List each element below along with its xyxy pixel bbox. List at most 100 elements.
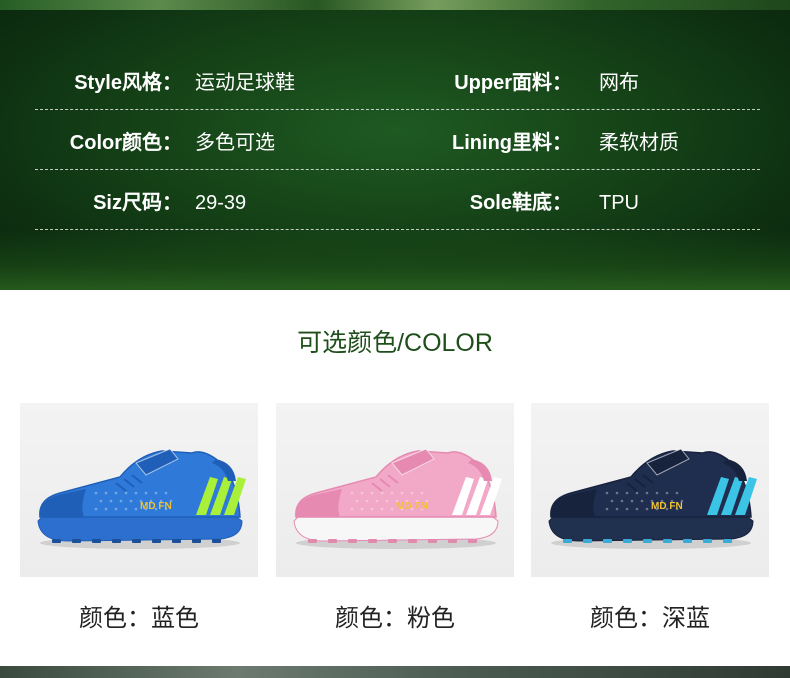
shoe-stud bbox=[388, 539, 397, 543]
product-card-navy[interactable]: MD FN bbox=[531, 403, 769, 577]
mesh-dot bbox=[635, 491, 639, 495]
mesh-dot bbox=[390, 491, 394, 495]
mesh-dot bbox=[114, 507, 118, 511]
shoe-stud bbox=[212, 539, 221, 543]
mesh-dot bbox=[645, 507, 649, 511]
mesh-dot bbox=[615, 507, 619, 511]
grass-banner-top bbox=[0, 0, 790, 10]
spec-label-sole: Sole鞋底： bbox=[469, 192, 572, 214]
spec-value-sole: TPU bbox=[599, 192, 639, 214]
spec-value-lining: 柔软材质 bbox=[599, 132, 679, 154]
shoe-stud bbox=[468, 539, 477, 543]
mesh-dot bbox=[365, 499, 369, 503]
mesh-dot bbox=[370, 507, 374, 511]
spec-label-size: Siz尺码： bbox=[93, 192, 182, 214]
mesh-dot bbox=[605, 491, 609, 495]
mesh-dot bbox=[94, 491, 98, 495]
spec-label-style: Style风格： bbox=[74, 72, 182, 94]
caption-pink: 颜色：粉色 bbox=[335, 605, 455, 632]
mesh-dot bbox=[625, 507, 629, 511]
color-section-title: 可选颜色/COLOR bbox=[297, 329, 493, 357]
product-card-blue[interactable]: MD FN bbox=[20, 403, 258, 577]
shoe-stud bbox=[723, 539, 732, 543]
spec-value-upper: 网布 bbox=[599, 72, 639, 94]
mesh-dot bbox=[630, 499, 634, 503]
shoe-stud bbox=[623, 539, 632, 543]
mesh-dot bbox=[154, 491, 158, 495]
mesh-dot bbox=[119, 499, 123, 503]
mesh-dot bbox=[400, 491, 404, 495]
shoe-stud bbox=[308, 539, 317, 543]
mesh-dot bbox=[410, 491, 414, 495]
mesh-dot bbox=[109, 499, 113, 503]
mesh-dot bbox=[94, 507, 98, 511]
shoe-stud bbox=[368, 539, 377, 543]
shoe-stud bbox=[72, 539, 81, 543]
shoe-stud bbox=[663, 539, 672, 543]
shoe-stud bbox=[112, 539, 121, 543]
mesh-dot bbox=[370, 491, 374, 495]
spec-panel: Style风格： 运动足球鞋 Upper面料： 网布 Color颜色： 多色可选… bbox=[0, 0, 790, 290]
shoe-stud bbox=[348, 539, 357, 543]
caption-navy: 颜色：深蓝 bbox=[590, 605, 710, 632]
spec-label-color: Color颜色： bbox=[69, 132, 182, 154]
shoe-stud bbox=[448, 539, 457, 543]
mesh-dot bbox=[635, 507, 639, 511]
mesh-dot bbox=[114, 491, 118, 495]
shoe-stud bbox=[603, 539, 612, 543]
mesh-dot bbox=[420, 491, 424, 495]
mesh-dot bbox=[129, 499, 133, 503]
shoe-stud bbox=[92, 539, 101, 543]
mesh-dot bbox=[124, 491, 128, 495]
shoe-stud bbox=[132, 539, 141, 543]
shoe-stud bbox=[683, 539, 692, 543]
shoe-stud bbox=[428, 539, 437, 543]
next-section-preview bbox=[0, 666, 790, 678]
product-card-pink[interactable]: MD FN bbox=[276, 403, 514, 577]
shoe-stud bbox=[643, 539, 652, 543]
mesh-dot bbox=[124, 507, 128, 511]
mesh-dot bbox=[350, 491, 354, 495]
mesh-dot bbox=[164, 491, 168, 495]
mesh-dot bbox=[625, 491, 629, 495]
mesh-dot bbox=[134, 491, 138, 495]
mesh-dot bbox=[375, 499, 379, 503]
mesh-dot bbox=[615, 491, 619, 495]
mesh-dot bbox=[360, 491, 364, 495]
mesh-dot bbox=[134, 507, 138, 511]
caption-blue: 颜色：蓝色 bbox=[79, 605, 199, 632]
shoe-stud bbox=[192, 539, 201, 543]
spec-label-upper: Upper面料： bbox=[454, 72, 572, 94]
mesh-dot bbox=[665, 491, 669, 495]
shoe-stud bbox=[172, 539, 181, 543]
mesh-dot bbox=[144, 491, 148, 495]
shoe-stud bbox=[152, 539, 161, 543]
spec-value-style: 运动足球鞋 bbox=[195, 72, 295, 94]
mesh-dot bbox=[380, 491, 384, 495]
mesh-dot bbox=[610, 499, 614, 503]
mesh-dot bbox=[385, 499, 389, 503]
shoe-stud bbox=[328, 539, 337, 543]
mesh-dot bbox=[360, 507, 364, 511]
shoe-stud bbox=[408, 539, 417, 543]
mesh-dot bbox=[390, 507, 394, 511]
shoe-image-pink: MD FN bbox=[293, 448, 502, 549]
mesh-dot bbox=[640, 499, 644, 503]
shoe-image-blue: MD FN bbox=[37, 448, 246, 549]
mesh-dot bbox=[645, 491, 649, 495]
brand-logo: MD FN bbox=[140, 501, 172, 512]
grass-banner-bottom bbox=[0, 230, 790, 290]
mesh-dot bbox=[355, 499, 359, 503]
shoe-stud bbox=[52, 539, 61, 543]
shoe-image-navy: MD FN bbox=[548, 448, 757, 549]
shoe-stud bbox=[563, 539, 572, 543]
mesh-dot bbox=[104, 491, 108, 495]
brand-logo: MD FN bbox=[396, 501, 428, 512]
mesh-dot bbox=[99, 499, 103, 503]
shoe-stud bbox=[703, 539, 712, 543]
shoe-sole bbox=[37, 514, 243, 542]
brand-logo: MD FN bbox=[651, 501, 683, 512]
spec-row-style: Style风格： 运动足球鞋 Upper面料： 网布 bbox=[35, 50, 760, 110]
mesh-dot bbox=[380, 507, 384, 511]
spec-value-size: 29-39 bbox=[195, 192, 247, 214]
